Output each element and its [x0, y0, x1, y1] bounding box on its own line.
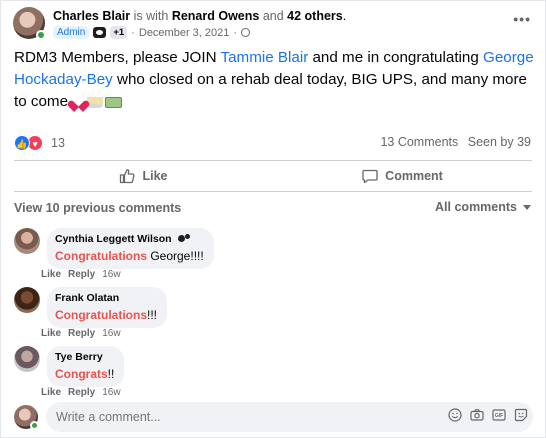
- camera-icon[interactable]: [470, 408, 484, 422]
- like-button-label: Like: [142, 169, 168, 183]
- comment-meta: Like Reply 16w: [41, 269, 121, 280]
- commenter-name[interactable]: Frank Olatan: [55, 292, 119, 304]
- comment-reply-link[interactable]: Reply: [68, 387, 95, 398]
- commenter-name[interactable]: Tye Berry: [55, 351, 103, 363]
- comment-like-link[interactable]: Like: [41, 269, 61, 280]
- comment-body: George!!!!: [147, 249, 204, 263]
- post-body: RDM3 Members, please JOIN Tammie Blair a…: [14, 47, 534, 113]
- seen-by-count[interactable]: Seen by 39: [468, 135, 531, 149]
- comment-reply-link[interactable]: Reply: [68, 269, 95, 280]
- composer-tools: GIF: [448, 408, 528, 422]
- commenter-name-row: Frank Olatan: [55, 292, 157, 304]
- commenter-avatar[interactable]: [14, 228, 40, 254]
- comment-text: Congratulations George!!!!: [55, 249, 204, 263]
- is-with-text: is with: [130, 9, 172, 23]
- post-stats: 13 Comments Seen by 39: [380, 135, 531, 149]
- comment-bubble: Frank Olatan Congratulations!!!: [47, 287, 168, 328]
- comment-time[interactable]: 16w: [102, 328, 120, 339]
- champagne-emoji-icon: [87, 94, 104, 108]
- commenter-avatar[interactable]: [14, 346, 40, 372]
- divider: [14, 191, 532, 192]
- mention-link[interactable]: Tammie Blair: [221, 49, 309, 66]
- post-text: and me in congratulating: [308, 49, 484, 66]
- comment-time[interactable]: 16w: [102, 387, 120, 398]
- sticker-icon[interactable]: [514, 408, 528, 422]
- meta-separator: ·: [131, 26, 135, 39]
- author-name[interactable]: Charles Blair: [53, 9, 130, 23]
- commenter-name-row: Cynthia Leggett Wilson: [55, 233, 204, 245]
- gif-icon[interactable]: GIF: [492, 408, 506, 422]
- commenter-avatar[interactable]: [14, 287, 40, 313]
- commenter-name[interactable]: Cynthia Leggett Wilson: [55, 233, 172, 245]
- caret-down-icon: [523, 204, 531, 210]
- comment-text: Congrats!!: [55, 367, 114, 381]
- period-text: .: [342, 9, 347, 23]
- online-status-icon: [36, 30, 46, 40]
- comment-bubble: Cynthia Leggett Wilson Congratulations G…: [47, 228, 214, 269]
- and-text: and: [259, 9, 288, 23]
- comment-sort-label: All comments: [435, 200, 517, 214]
- post-header-line: Charles Blair is with Renard Owens and 4…: [53, 9, 346, 23]
- heart-emoji-icon: [72, 96, 85, 108]
- like-button[interactable]: Like: [14, 161, 273, 191]
- meta-separator: ·: [233, 26, 238, 39]
- comment-icon: [362, 168, 378, 184]
- comment-tag: Congratulations: [55, 249, 147, 263]
- others-link[interactable]: 42 others: [287, 9, 343, 23]
- plus-badge[interactable]: +1: [110, 26, 128, 39]
- member-badge-icon: [93, 27, 107, 38]
- post-card: Charles Blair is with Renard Owens and 4…: [0, 0, 546, 438]
- comment-sort-dropdown[interactable]: All comments: [435, 200, 531, 214]
- comment-like-link[interactable]: Like: [41, 328, 61, 339]
- comment-tag: Congratulations: [55, 308, 147, 322]
- comment-tag: Congrats: [55, 367, 108, 381]
- member-badge-icon: [177, 234, 192, 244]
- tagged-person[interactable]: Renard Owens: [172, 9, 260, 23]
- comment-meta: Like Reply 16w: [41, 387, 121, 398]
- svg-text:GIF: GIF: [495, 413, 503, 419]
- comment-composer: GIF: [14, 402, 534, 432]
- comment-reply-link[interactable]: Reply: [68, 328, 95, 339]
- post-date[interactable]: December 3, 2021: [139, 27, 230, 39]
- comment-bubble: Tye Berry Congrats!!: [47, 346, 125, 387]
- reactions-summary[interactable]: 👍 ♥ 13: [14, 135, 65, 151]
- post-text: RDM3 Members, please JOIN: [14, 49, 221, 66]
- view-previous-comments-link[interactable]: View 10 previous comments: [14, 201, 181, 215]
- comment-body: !!: [107, 367, 115, 381]
- author-avatar[interactable]: [13, 7, 46, 40]
- reaction-count[interactable]: 13: [51, 136, 65, 150]
- comment-time[interactable]: 16w: [102, 269, 120, 280]
- comment-text: Congratulations!!!: [55, 308, 157, 322]
- comment-meta: Like Reply 16w: [41, 328, 121, 339]
- more-options-icon[interactable]: •••: [513, 11, 531, 27]
- comment-button[interactable]: Comment: [273, 161, 532, 191]
- online-status-icon: [30, 421, 39, 430]
- comment-button-label: Comment: [385, 169, 443, 183]
- comments-count[interactable]: 13 Comments: [380, 135, 458, 149]
- like-reaction-icon: 👍: [14, 135, 30, 151]
- comment-body: !!!: [147, 308, 158, 322]
- current-user-avatar: [14, 405, 39, 430]
- commenter-name-row: Tye Berry: [55, 351, 114, 363]
- post-meta: Admin +1 · December 3, 2021 ·: [53, 26, 251, 39]
- action-bar: Like Comment: [14, 161, 532, 191]
- thumbs-up-icon: [119, 168, 135, 184]
- emoji-icon[interactable]: [448, 408, 462, 422]
- money-emoji-icon: [105, 97, 123, 108]
- post-header: Charles Blair is with Renard Owens and 4…: [13, 7, 533, 43]
- admin-badge: Admin: [53, 26, 90, 39]
- globe-icon: [241, 28, 251, 37]
- comment-like-link[interactable]: Like: [41, 387, 61, 398]
